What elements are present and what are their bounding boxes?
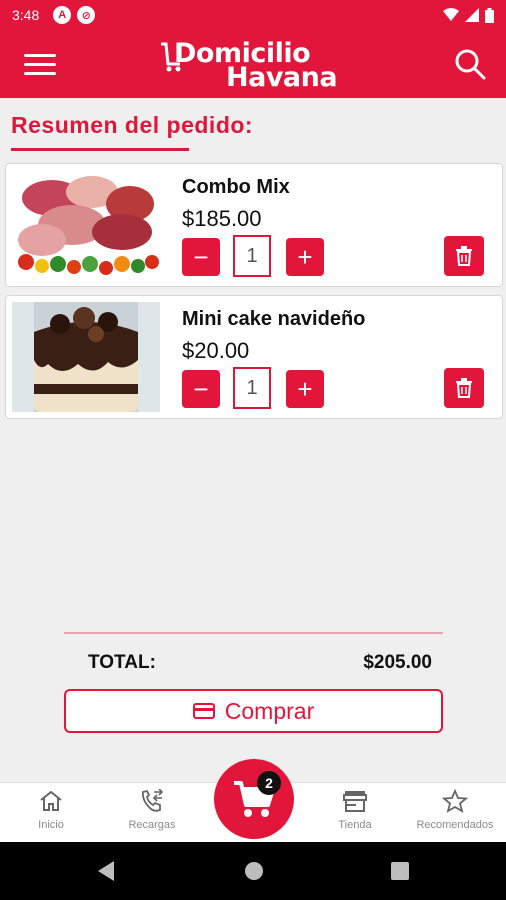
summary-divider <box>64 632 443 634</box>
system-nav-bar <box>0 842 506 900</box>
delete-item-button[interactable] <box>444 236 484 276</box>
product-image-combo-mix <box>12 170 160 280</box>
increase-quantity-button[interactable]: + <box>286 370 324 408</box>
nav-label: Recargas <box>128 819 176 831</box>
cart-count-badge: 2 <box>257 771 281 795</box>
product-price: $20.00 <box>182 338 250 363</box>
app-bar: Domicilio Havana <box>0 30 506 98</box>
buy-button-label: Comprar <box>224 697 315 724</box>
nav-item-inicio[interactable]: Inicio <box>6 789 96 841</box>
battery-icon <box>485 7 494 23</box>
nav-label: Inicio <box>38 819 64 831</box>
cart-item: Mini cake navideño $20.00 − 1 + <box>5 295 503 419</box>
product-name: Combo Mix <box>182 176 290 198</box>
product-name: Mini cake navideño <box>182 308 366 330</box>
cart-button[interactable]: 2 <box>214 759 294 839</box>
home-icon <box>40 790 62 811</box>
title-underline <box>11 148 189 151</box>
logo-line-2: Havana <box>226 62 338 93</box>
phone-transfer-icon <box>142 789 164 812</box>
do-not-disturb-icon: ⊘ <box>77 6 96 24</box>
product-image-mini-cake <box>12 302 160 412</box>
nav-item-recomendados[interactable]: Recomendados <box>410 789 500 841</box>
delete-item-button[interactable] <box>444 368 484 408</box>
trash-icon <box>456 246 472 266</box>
quantity-field[interactable]: 1 <box>233 235 271 277</box>
page-title: Resumen del pedido: <box>11 112 254 138</box>
wifi-icon <box>443 8 459 21</box>
quantity-field[interactable]: 1 <box>233 367 271 409</box>
recents-icon[interactable] <box>390 860 410 882</box>
store-icon <box>343 791 367 812</box>
nav-label: Recomendados <box>416 819 494 831</box>
product-price: $185.00 <box>182 206 262 231</box>
trash-icon <box>456 378 472 398</box>
buy-button[interactable]: Comprar <box>64 689 443 733</box>
nav-item-recargas[interactable]: Recargas <box>107 789 197 841</box>
star-icon <box>442 789 468 813</box>
nav-item-tienda[interactable]: Tienda <box>310 789 400 841</box>
total-value: $205.00 <box>363 652 432 673</box>
app-notification-icon: A <box>53 6 72 24</box>
home-button-icon[interactable] <box>244 860 264 882</box>
nav-label: Tienda <box>338 819 372 831</box>
credit-card-icon <box>192 703 215 719</box>
search-icon[interactable] <box>452 46 488 82</box>
signal-icon <box>465 8 479 22</box>
back-icon[interactable] <box>96 860 116 882</box>
status-time: 3:48 <box>12 7 40 23</box>
status-bar: 3:48 A ⊘ <box>0 0 506 30</box>
increase-quantity-button[interactable]: + <box>286 238 324 276</box>
total-label: TOTAL: <box>88 652 156 673</box>
app-logo: Domicilio Havana <box>160 38 350 93</box>
decrease-quantity-button[interactable]: − <box>182 370 220 408</box>
menu-icon[interactable] <box>24 54 56 76</box>
decrease-quantity-button[interactable]: − <box>182 238 220 276</box>
cart-item: Combo Mix $185.00 − 1 + <box>5 163 503 287</box>
